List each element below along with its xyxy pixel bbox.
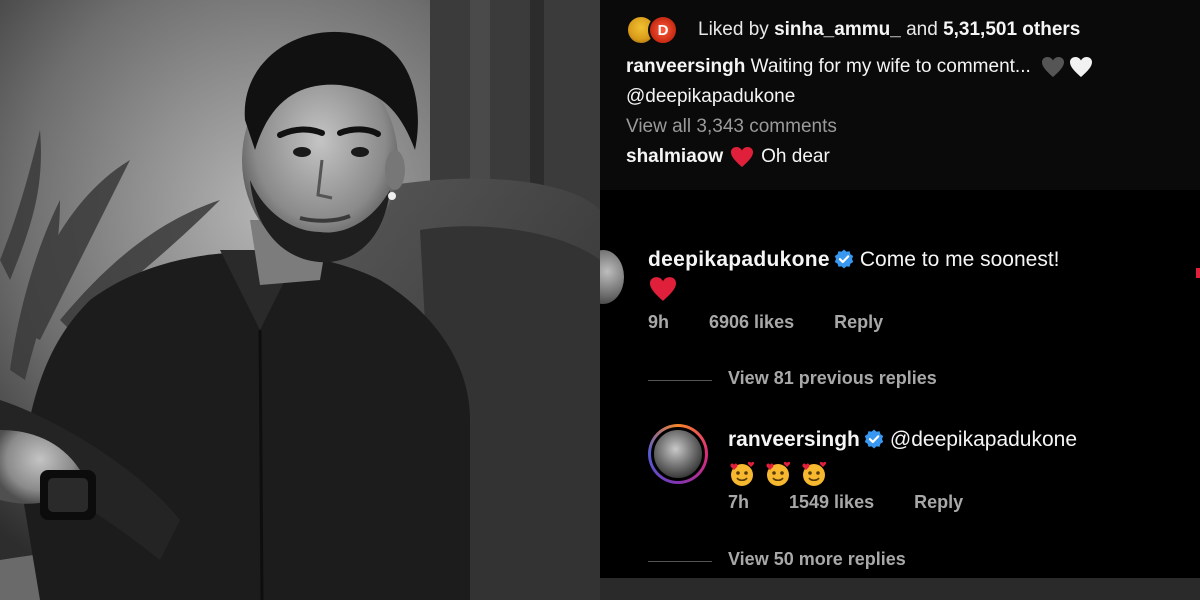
cropped-divider — [600, 180, 1200, 194]
liker-avatar-letter: D — [657, 21, 669, 39]
view-all-comments-link[interactable]: View all 3,343 comments — [626, 116, 837, 138]
reply-likes[interactable]: 1549 likes — [789, 492, 874, 513]
comments-panel: D Liked by sinha_ammu_ and 5,31,501 othe… — [600, 0, 1200, 600]
comment-avatar[interactable] — [600, 250, 624, 304]
view-more-replies-link[interactable]: View 50 more replies — [728, 549, 906, 570]
black-heart-icon — [1042, 56, 1065, 77]
liker-avatars: D — [626, 15, 686, 45]
reply-emojis — [728, 458, 1188, 490]
white-heart-icon — [1070, 56, 1093, 77]
reply-mention[interactable]: @deepikapadukone — [890, 428, 1077, 451]
post-caption: ranveersingh Waiting for my wife to comm… — [626, 52, 1186, 112]
comment-meta: 9h 6906 likes Reply — [648, 312, 883, 333]
caption-hearts — [1040, 56, 1094, 78]
red-heart-icon — [731, 147, 754, 167]
reply-username[interactable]: ranveersingh — [728, 428, 860, 451]
smiling-face-with-hearts-icon — [730, 462, 755, 487]
reply-button[interactable]: Reply — [834, 312, 883, 333]
comment-username[interactable]: shalmiaow — [626, 146, 723, 168]
post-photo — [0, 0, 600, 600]
verified-badge-icon — [834, 249, 854, 269]
post-caption-area: D Liked by sinha_ammu_ and 5,31,501 othe… — [600, 0, 1200, 190]
avatar — [651, 427, 705, 481]
liker-avatar: D — [648, 15, 678, 45]
red-heart-icon — [650, 277, 676, 301]
comment-item: deepikapadukone Come to me soonest! — [648, 244, 1188, 312]
bottom-bar — [600, 578, 1200, 600]
liked-mid: and — [906, 19, 938, 40]
portrait-illustration — [0, 0, 600, 600]
like-heart-indicator[interactable] — [1196, 268, 1200, 278]
smiling-face-with-hearts-icon — [766, 462, 791, 487]
liked-count[interactable]: 5,31,501 others — [943, 19, 1080, 41]
comment-username[interactable]: deepikapadukone — [648, 248, 830, 271]
view-previous-replies-link[interactable]: View 81 previous replies — [728, 368, 937, 389]
caption-mention[interactable]: @deepikapadukone — [626, 86, 795, 107]
likes-summary[interactable]: D Liked by sinha_ammu_ and 5,31,501 othe… — [626, 14, 1080, 46]
smiling-face-with-hearts-icon — [802, 462, 826, 487]
comment-item: shalmiaow Oh dear — [626, 146, 830, 168]
liked-prefix: Liked by — [698, 19, 769, 40]
liked-user[interactable]: sinha_ammu_ — [774, 19, 901, 41]
comment-text: Oh dear — [761, 146, 830, 167]
reply-button[interactable]: Reply — [914, 492, 963, 513]
comment-text: Come to me soonest! — [859, 248, 1060, 271]
thread-divider — [648, 561, 712, 562]
reply-avatar[interactable] — [648, 424, 708, 484]
reply-item: ranveersingh @deepikapadukone — [728, 424, 1188, 490]
reply-meta: 7h 1549 likes Reply — [728, 492, 963, 513]
verified-badge-icon — [864, 429, 884, 449]
comment-likes[interactable]: 6906 likes — [709, 312, 794, 333]
thread-divider — [648, 380, 712, 381]
reply-time: 7h — [728, 492, 750, 512]
caption-text: Waiting for my wife to comment... — [745, 56, 1031, 77]
comment-time: 9h — [648, 312, 670, 332]
caption-username[interactable]: ranveersingh — [626, 56, 745, 77]
